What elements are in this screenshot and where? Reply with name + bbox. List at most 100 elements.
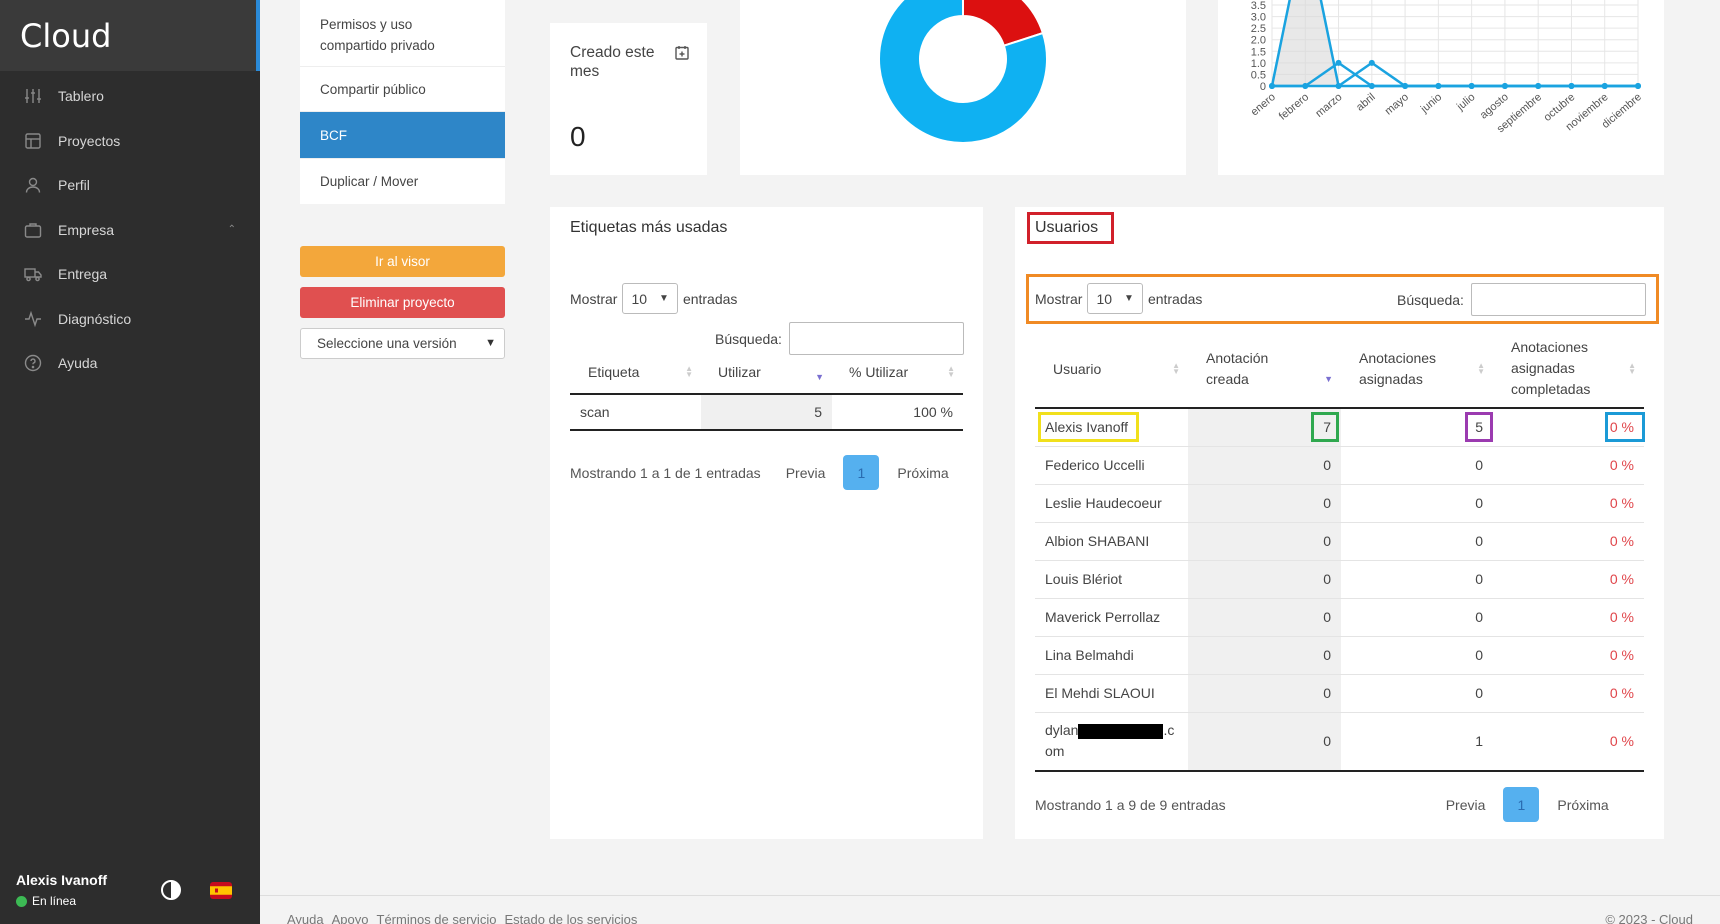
next-button[interactable]: Próxima (897, 465, 948, 481)
users-search-input[interactable] (1470, 283, 1646, 316)
page-1-button[interactable]: 1 (1503, 787, 1540, 822)
user-status: En línea (16, 894, 107, 908)
delete-project-button[interactable]: Eliminar proyecto (300, 287, 505, 318)
x-tick-label: febrero (1277, 91, 1311, 123)
cell-user: Federico Uccelli (1035, 446, 1188, 485)
y-tick-label: 2.5 (1251, 23, 1266, 35)
table-row: El Mehdi SLAOUI 0 0 0 % (1035, 674, 1644, 713)
data-point (1335, 59, 1342, 66)
cell-created: 0 (1188, 484, 1341, 523)
cell-user: Maverick Perrollaz (1035, 598, 1188, 637)
submenu-item-compartir[interactable]: Compartir público (300, 67, 505, 112)
submenu-item-label: Compartir público (320, 81, 426, 97)
column-header-label: Utilizar (718, 363, 761, 380)
data-point (1302, 83, 1309, 89)
help-circle-icon (24, 354, 42, 372)
show-label: Mostrar (1035, 290, 1083, 307)
cell-assigned: 0 (1341, 446, 1493, 485)
next-button[interactable]: Próxima (1557, 797, 1608, 813)
prev-button[interactable]: Previa (1446, 797, 1486, 813)
footer-copyright: © 2023 - Cloud (1605, 912, 1693, 924)
monthly-chart-card: 0 0.5 1.0 1.5 2.0 2.5 3.0 3.5 enero febrero marzo a… (1218, 0, 1664, 175)
sidebar-item-ayuda[interactable]: Ayuda (0, 341, 260, 386)
cell-assigned: 0 (1341, 560, 1493, 599)
cell-completed: 0 % (1493, 712, 1644, 772)
chevron-up-icon[interactable]: ⌃ (228, 224, 236, 235)
column-header-pct-utilizar[interactable]: % Utilizar ▲ ▼ (832, 350, 963, 395)
data-point (1501, 83, 1508, 89)
column-header-usuario[interactable]: Usuario ▲ ▼ (1035, 330, 1188, 409)
data-point (1402, 83, 1409, 89)
sidebar-item-empresa[interactable]: Empresa ⌃ (0, 208, 260, 253)
footer-link-terminos[interactable]: Términos de servicio (377, 912, 497, 924)
page-size-value: 10 (631, 290, 648, 307)
data-point (1368, 59, 1375, 66)
user-name: Alexis Ivanoff (16, 872, 108, 888)
sort-icon: ▲ ▼ (685, 363, 693, 379)
data-point (1468, 83, 1475, 89)
spain-flag-icon[interactable] (210, 882, 232, 899)
cell-user: Louis Blériot (1035, 560, 1188, 599)
x-tick-label: julio (1454, 91, 1477, 113)
sidebar-item-tablero[interactable]: Tablero (0, 74, 260, 119)
cell-assigned: 0 (1341, 636, 1493, 675)
submenu-item-label: BCF (320, 127, 347, 143)
column-header-completadas[interactable]: Anotaciones asignadas completadas ▲ ▼ (1493, 330, 1644, 409)
y-tick-label: 3.0 (1251, 12, 1266, 24)
users-page-size-select[interactable]: 10 ▼ (1087, 283, 1143, 314)
sidebar-item-perfil[interactable]: Perfil (0, 163, 260, 208)
column-header-label: % Utilizar (849, 363, 909, 380)
column-header-etiqueta[interactable]: Etiqueta ▲ ▼ (570, 350, 701, 395)
column-header-anotacion-creada[interactable]: Anotación creada ▼ (1188, 330, 1341, 409)
column-header-utilizar[interactable]: Utilizar ▼ (701, 350, 832, 395)
user-email-line2: om (1045, 743, 1065, 760)
tags-page-size-select[interactable]: 10 ▼ (622, 283, 678, 314)
version-select[interactable]: Seleccione una versión ▼ (300, 328, 505, 359)
column-header-anotaciones-asignadas[interactable]: Anotaciones asignadas ▲ ▼ (1341, 330, 1493, 409)
briefcase-icon (24, 221, 42, 239)
cell-assigned: 0 (1341, 522, 1493, 561)
page-1-button[interactable]: 1 (843, 455, 880, 490)
open-viewer-button[interactable]: Ir al visor (300, 246, 505, 277)
user-icon (24, 176, 42, 194)
data-point (1535, 83, 1542, 89)
cell-completed: 0 % (1493, 598, 1644, 637)
entries-label: entradas (682, 290, 738, 307)
sidebar-item-label: Ayuda (58, 355, 98, 372)
user-status-label: En línea (32, 894, 77, 908)
submenu-item-duplicar[interactable]: Duplicar / Mover (300, 159, 505, 204)
sidebar-item-label: Perfil (58, 177, 90, 194)
redaction-bar (1078, 724, 1164, 740)
cell-created: 0 (1188, 522, 1341, 561)
created-this-month-card: Creado este mes 0 (550, 23, 707, 175)
calendar-icon (675, 45, 689, 60)
app-logo[interactable]: Cloud (20, 17, 111, 55)
entries-label: entradas (1147, 290, 1203, 307)
footer-link-ayuda[interactable]: Ayuda (287, 912, 324, 924)
sidebar-item-entrega[interactable]: Entrega (0, 252, 260, 297)
data-point (1601, 83, 1608, 89)
sidebar-item-proyectos[interactable]: Proyectos (0, 119, 260, 164)
submenu-item-permisos[interactable]: Permisos y uso compartido privado (300, 0, 505, 67)
users-info: Mostrando 1 a 9 de 9 entradas (1035, 796, 1226, 813)
column-header-label: Anotación creada (1206, 349, 1269, 387)
y-tick-label: 3.5 (1251, 0, 1266, 12)
tags-info: Mostrando 1 a 1 de 1 entradas (570, 464, 761, 481)
user-block[interactable]: Alexis Ivanoff En línea (16, 872, 107, 908)
footer-link-estado[interactable]: Estado de los servicios (504, 912, 637, 924)
sidebar-item-diagnostico[interactable]: Diagnóstico (0, 297, 260, 342)
contrast-toggle-icon[interactable] (160, 879, 182, 901)
cell-user: El Mehdi SLAOUI (1035, 674, 1188, 713)
cell-completed: 0 % (1493, 408, 1644, 447)
x-tick-label: marzo (1313, 91, 1344, 120)
cell-assigned: 5 (1341, 408, 1493, 447)
cell-assigned: 0 (1341, 484, 1493, 523)
cell-user: Alexis Ivanoff (1035, 408, 1188, 447)
footer-link-apoyo[interactable]: Apoyo (332, 912, 369, 924)
series-area (1272, 0, 1638, 86)
submenu-item-bcf[interactable]: BCF (300, 112, 505, 159)
chevron-down-icon: ▼ (1124, 293, 1134, 304)
cell-created: 0 (1188, 598, 1341, 637)
sort-desc-icon: ▼ (1324, 373, 1333, 384)
prev-button[interactable]: Previa (786, 465, 826, 481)
